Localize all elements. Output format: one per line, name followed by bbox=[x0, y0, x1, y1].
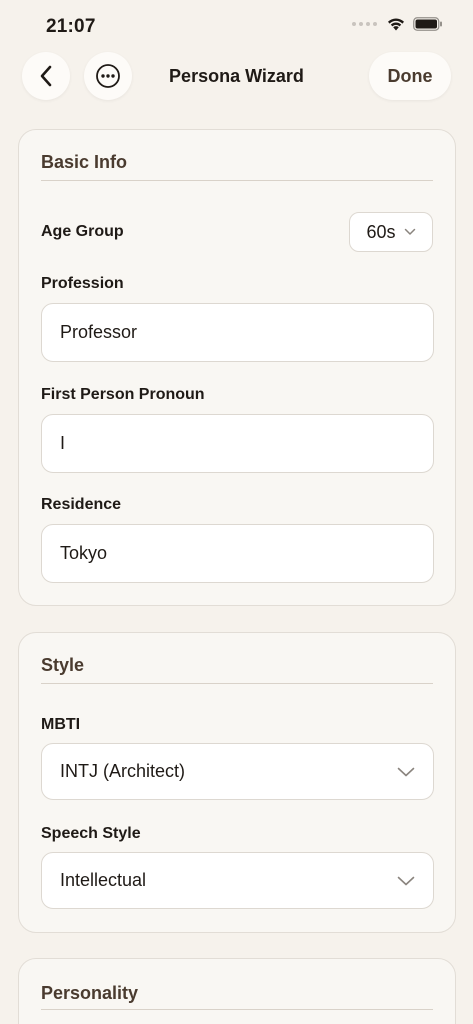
profession-value: Professor bbox=[60, 322, 138, 342]
residence-label: Residence bbox=[41, 496, 122, 513]
wifi-icon bbox=[388, 18, 404, 31]
chevron-down-icon bbox=[397, 876, 415, 885]
section-divider bbox=[41, 180, 433, 181]
profession-label: Profession bbox=[41, 275, 124, 292]
status-bar: 21:07 bbox=[0, 0, 473, 52]
signal-dots-icon bbox=[352, 22, 377, 26]
basic-info-card: Basic Info Age Group 60s Profession Prof… bbox=[18, 129, 456, 606]
section-title-basic-info: Basic Info bbox=[41, 152, 128, 172]
first-person-pronoun-field[interactable]: I bbox=[41, 414, 434, 473]
mbti-label: MBTI bbox=[41, 716, 81, 733]
section-title-style: Style bbox=[41, 655, 85, 675]
residence-value: Tokyo bbox=[60, 543, 108, 563]
section-divider bbox=[41, 683, 433, 684]
speech-style-label: Speech Style bbox=[41, 825, 141, 842]
battery-icon bbox=[413, 17, 442, 31]
section-divider bbox=[41, 1009, 433, 1010]
age-group-select[interactable]: 60s bbox=[349, 212, 433, 252]
chevron-down-icon bbox=[404, 228, 415, 235]
navigation-bar: Persona Wizard Done bbox=[0, 52, 473, 102]
personality-card: Personality bbox=[18, 958, 456, 1024]
speech-style-value: Intellectual bbox=[60, 870, 147, 890]
style-card: Style MBTI INTJ (Architect) Speech Style… bbox=[18, 632, 456, 933]
age-group-label: Age Group bbox=[41, 223, 124, 240]
profession-field[interactable]: Professor bbox=[41, 303, 434, 362]
section-title-personality: Personality bbox=[41, 983, 139, 1003]
mbti-value: INTJ (Architect) bbox=[60, 761, 186, 781]
residence-field[interactable]: Tokyo bbox=[41, 524, 434, 583]
first-person-pronoun-value: I bbox=[60, 433, 66, 453]
done-button[interactable]: Done bbox=[369, 52, 451, 100]
chevron-down-icon bbox=[397, 767, 415, 776]
mbti-select[interactable]: INTJ (Architect) bbox=[41, 743, 434, 800]
age-group-value: 60s bbox=[366, 221, 396, 242]
first-person-pronoun-label: First Person Pronoun bbox=[41, 386, 205, 403]
status-time: 21:07 bbox=[46, 16, 96, 37]
speech-style-select[interactable]: Intellectual bbox=[41, 852, 434, 909]
status-icons bbox=[352, 17, 443, 31]
